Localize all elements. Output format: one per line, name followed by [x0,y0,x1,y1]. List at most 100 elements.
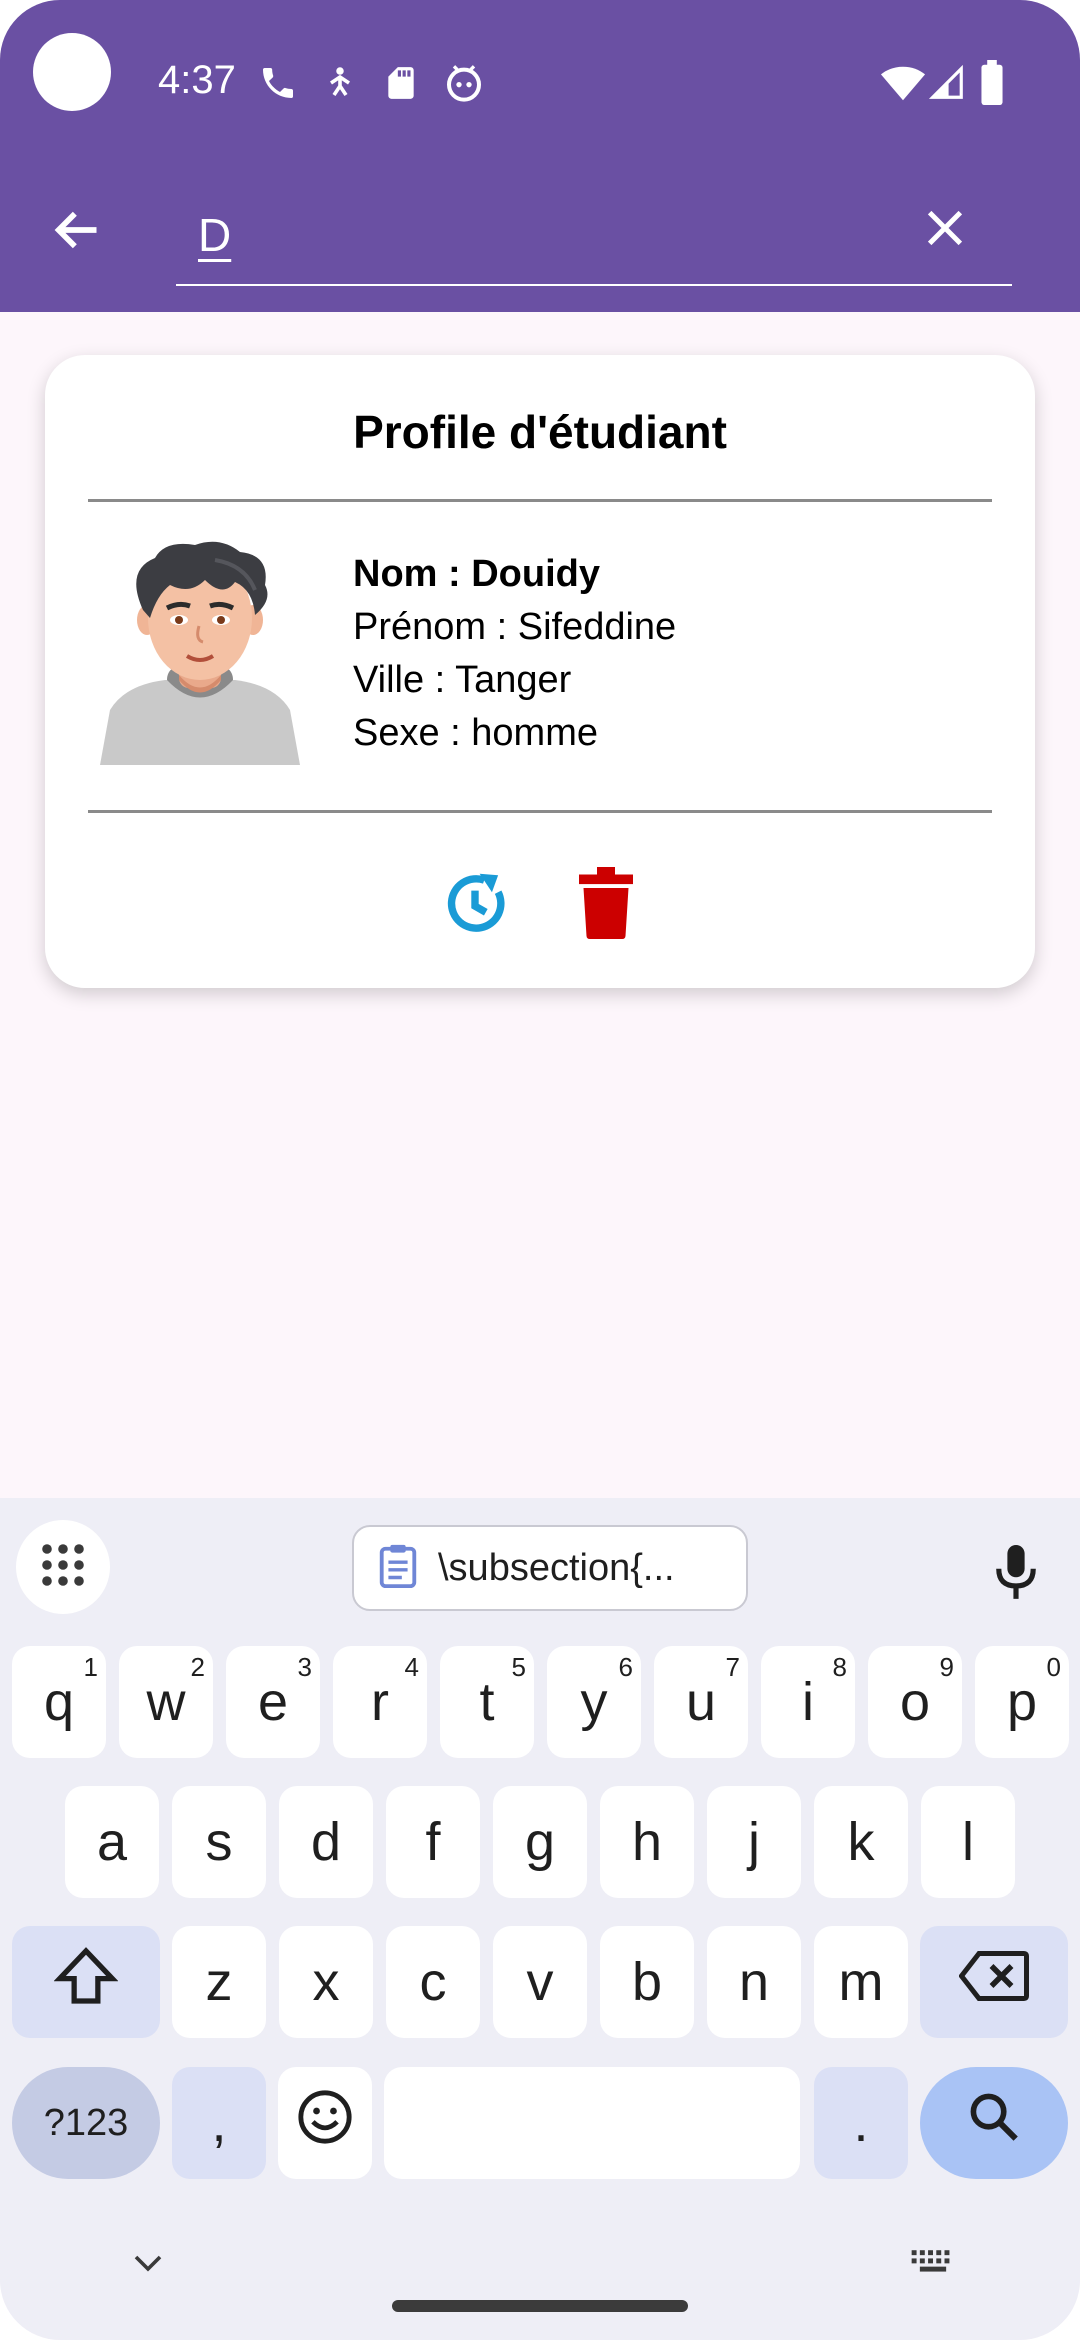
home-indicator[interactable] [392,2300,688,2312]
key-r[interactable]: r4 [333,1646,427,1758]
key-p-hint: 0 [1046,1652,1061,1682]
comma-key[interactable]: , [172,2067,266,2179]
key-l[interactable]: l [921,1786,1015,1898]
key-q-label: q [43,1672,75,1732]
key-j[interactable]: j [707,1786,801,1898]
key-c[interactable]: c [386,1926,480,2038]
microphone-icon [994,1544,1038,1606]
shift-key[interactable] [12,1926,160,2038]
key-o-hint: 9 [939,1652,954,1682]
emoji-key[interactable] [278,2067,372,2179]
student-profile-card: Profile d'étudiant Nom: Douidy Prénom:… [45,355,1035,988]
space-key[interactable] [384,2067,800,2179]
key-m[interactable]: m [814,1926,908,2038]
key-v[interactable]: v [493,1926,587,2038]
voice-input-button[interactable] [975,1534,1057,1616]
clipboard-suggestion[interactable]: \subsection{... [352,1525,748,1611]
key-j-label: j [748,1812,760,1872]
backspace-icon [958,1950,1029,2014]
key-e-label: e [257,1672,289,1732]
key-e-hint: 3 [297,1652,312,1682]
key-u[interactable]: u7 [654,1646,748,1758]
search-action-key[interactable] [920,2067,1068,2179]
key-u-label: u [685,1672,717,1732]
student-info: Nom : Douidy Prénom : Sifeddine Ville : … [353,548,676,760]
backspace-key[interactable] [920,1926,1068,2038]
key-s-label: s [205,1812,233,1872]
key-n[interactable]: n [707,1926,801,2038]
hide-keyboard-button[interactable] [130,2248,166,2283]
key-y-label: y [580,1672,608,1732]
emoji-icon [296,2088,354,2159]
keyboard-switch-icon[interactable] [910,2248,956,2287]
key-t-label: t [479,1672,495,1732]
period-key[interactable]: . [814,2067,908,2179]
key-y-hint: 6 [618,1652,633,1682]
key-i-hint: 8 [832,1652,847,1682]
clipboard-text: \subsection{... [438,1546,675,1589]
status-time: 4:37 [158,58,236,102]
trash-icon [576,866,636,944]
key-p[interactable]: p0 [975,1646,1069,1758]
student-prenom: Prénom : Sifeddine [353,606,677,648]
key-y[interactable]: y6 [547,1646,641,1758]
clear-search-button[interactable] [905,190,985,270]
key-o[interactable]: o9 [868,1646,962,1758]
shift-icon [53,1946,119,2018]
key-g[interactable]: g [493,1786,587,1898]
keyboard-menu-button[interactable] [16,1520,110,1614]
key-c-label: c [419,1952,447,2012]
key-i[interactable]: i8 [761,1646,855,1758]
key-a-label: a [96,1812,128,1872]
key-f[interactable]: f [386,1786,480,1898]
key-o-label: o [899,1672,931,1732]
key-p-label: p [1006,1672,1038,1732]
key-x-label: x [312,1952,340,2012]
key-k-label: k [847,1812,875,1872]
cellular-signal-icon [928,60,966,106]
divider-bottom [88,810,992,813]
key-f-label: f [425,1812,441,1872]
symbols-key[interactable]: ?123 [12,2067,160,2179]
key-b-label: b [631,1952,663,2012]
battery-icon [978,60,1006,106]
key-z[interactable]: z [172,1926,266,2038]
key-w-hint: 2 [190,1652,205,1682]
soft-keyboard: \subsection{... [0,1498,1080,2340]
camera-cutout [33,33,111,111]
key-b[interactable]: b [600,1926,694,2038]
key-q[interactable]: q1 [12,1646,106,1758]
accessibility-icon [322,60,358,106]
card-title: Profile d'étudiant [353,406,727,458]
close-icon [922,205,968,256]
key-u-hint: 7 [725,1652,740,1682]
arrow-left-icon [51,204,103,261]
key-l-label: l [962,1812,974,1872]
key-d[interactable]: d [279,1786,373,1898]
delete-button[interactable] [566,865,646,945]
apps-grid-icon [39,1541,87,1594]
key-w[interactable]: w2 [119,1646,213,1758]
search-input[interactable] [198,200,898,270]
android-bot-icon [444,60,484,106]
back-button[interactable] [40,195,114,269]
update-button[interactable] [435,865,515,945]
clipboard-icon [378,1543,418,1594]
search-field [176,190,1012,286]
key-h-label: h [631,1812,663,1872]
screen: 4:37 D Profile d'étudiant Nom: Douidy P… [0,0,1080,2340]
key-z-label: z [205,1952,233,2012]
key-k[interactable]: k [814,1786,908,1898]
key-r-hint: 4 [404,1652,419,1682]
student-ville: Ville : Tanger [353,659,572,701]
key-w-label: w [146,1672,186,1732]
divider-top [88,499,992,502]
key-d-label: d [310,1812,342,1872]
key-s[interactable]: s [172,1786,266,1898]
key-h[interactable]: h [600,1786,694,1898]
key-x[interactable]: x [279,1926,373,2038]
key-m-label: m [838,1952,884,2012]
key-t[interactable]: t5 [440,1646,534,1758]
key-e[interactable]: e3 [226,1646,320,1758]
key-a[interactable]: a [65,1786,159,1898]
